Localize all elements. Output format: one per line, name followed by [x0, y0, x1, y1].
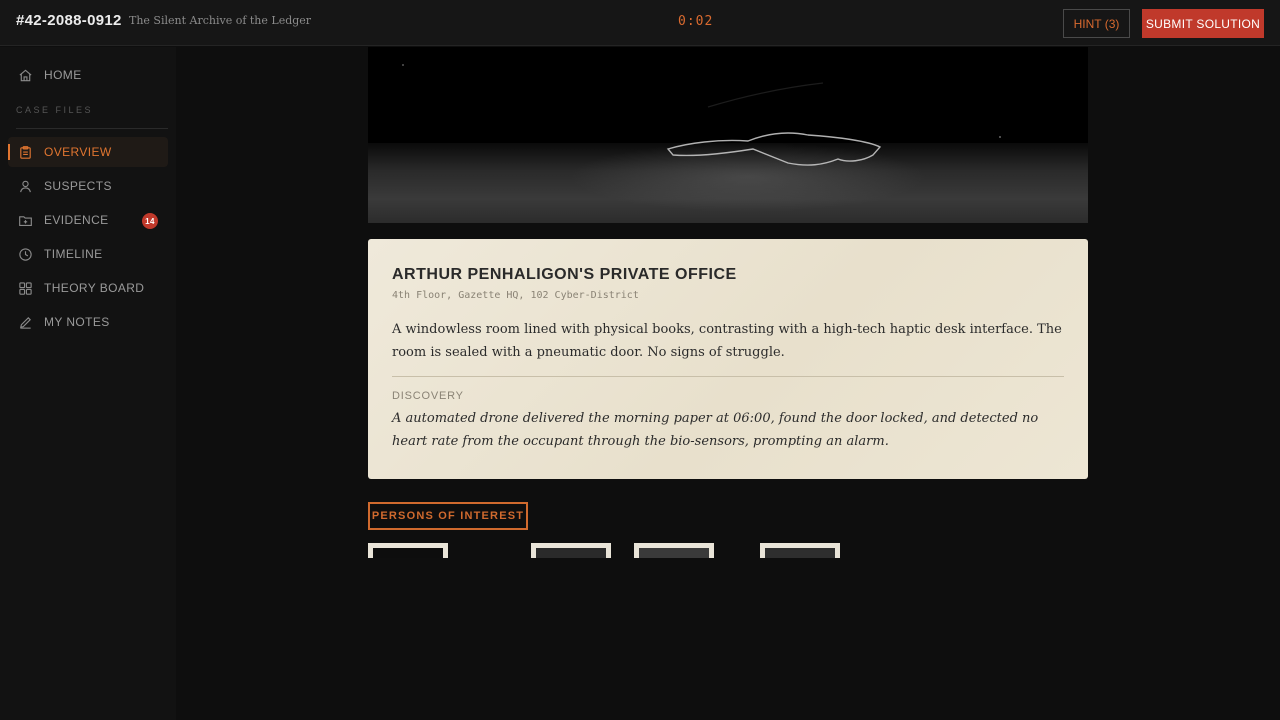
card-divider [392, 376, 1064, 377]
home-icon [19, 69, 32, 81]
sidebar-item-label: HOME [44, 68, 82, 82]
sidebar-divider [16, 128, 168, 129]
sidebar-item-home[interactable]: HOME [8, 60, 168, 90]
sidebar-item-suspects[interactable]: SUSPECTS [8, 171, 168, 201]
suspect-photo-card[interactable] [634, 543, 714, 558]
sidebar-item-theory-board[interactable]: THEORY BOARD [8, 273, 168, 303]
sidebar-item-evidence[interactable]: EVIDENCE 14 [8, 205, 168, 235]
location-description: A windowless room lined with physical bo… [392, 322, 1062, 360]
suspect-photo-card[interactable] [368, 543, 448, 558]
suspect-photo-card[interactable] [531, 543, 611, 558]
suspect-photo [639, 548, 709, 558]
timer: 0:02 [678, 14, 714, 29]
person-icon [20, 180, 31, 192]
sidebar-item-label: SUSPECTS [44, 179, 112, 193]
folder-icon [19, 215, 32, 226]
sidebar: HOME CASE FILES OVERVIEW SUSPECTS EVIDEN… [0, 47, 176, 720]
crime-scene-image [368, 47, 1088, 223]
sidebar-item-label: TIMELINE [44, 247, 103, 261]
section-label-case-files: CASE FILES [16, 105, 94, 115]
sidebar-item-label: MY NOTES [44, 315, 110, 329]
chalk-outline-icon [402, 64, 1001, 166]
case-id: #42-2088-0912 [16, 12, 122, 29]
discovery-label: DISCOVERY [392, 390, 464, 402]
sidebar-item-label: EVIDENCE [44, 213, 109, 227]
location-title: ARTHUR PENHALIGON'S PRIVATE OFFICE [392, 266, 737, 283]
discovery-text: A automated drone delivered the morning … [392, 411, 1039, 449]
suspect-photo-card[interactable] [760, 543, 840, 558]
persons-of-interest-heading: PERSONS OF INTEREST [368, 502, 528, 530]
suspect-photo [536, 548, 606, 558]
location-card: ARTHUR PENHALIGON'S PRIVATE OFFICE 4th F… [368, 239, 1088, 479]
suspect-photo [765, 548, 835, 558]
submit-solution-button[interactable]: SUBMIT SOLUTION [1142, 9, 1264, 38]
clock-icon [19, 247, 32, 261]
suspect-photo [373, 548, 443, 558]
sidebar-item-overview[interactable]: OVERVIEW [8, 137, 168, 167]
clipboard-icon [20, 145, 31, 159]
top-bar: #42-2088-0912 The Silent Archive of the … [0, 0, 1280, 46]
sidebar-item-timeline[interactable]: TIMELINE [8, 239, 168, 269]
case-title: The Silent Archive of the Ledger [129, 14, 312, 27]
evidence-count-badge: 14 [142, 213, 158, 229]
hint-button[interactable]: HINT (3) [1063, 9, 1130, 38]
grid-icon [19, 281, 32, 295]
sidebar-item-label: THEORY BOARD [44, 281, 145, 295]
sidebar-item-my-notes[interactable]: MY NOTES [8, 307, 168, 337]
sidebar-item-label: OVERVIEW [44, 145, 112, 159]
location-address: 4th Floor, Gazette HQ, 102 Cyber-Distric… [392, 290, 639, 301]
pencil-icon [20, 316, 31, 329]
